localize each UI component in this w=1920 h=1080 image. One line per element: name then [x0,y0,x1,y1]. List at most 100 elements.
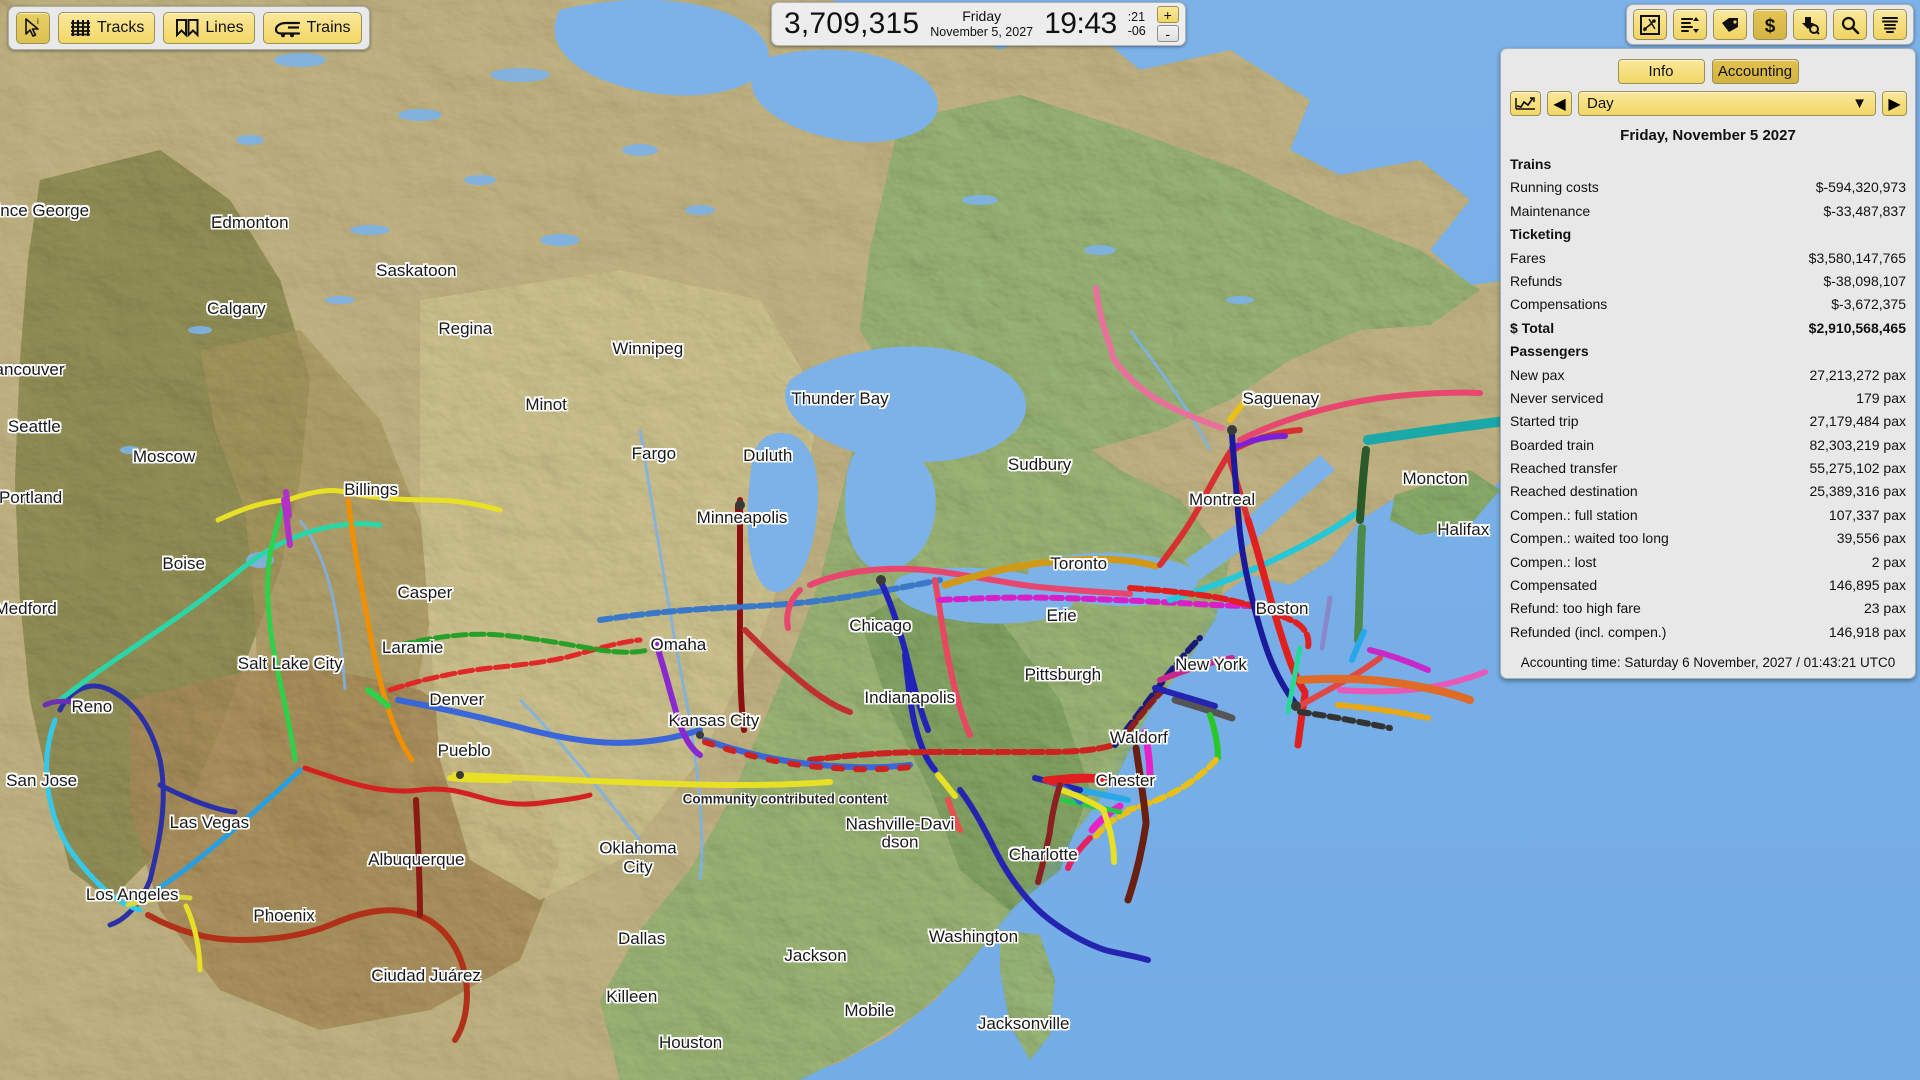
row-label: Refunded (incl. compen.) [1510,623,1667,640]
main-menu-toolbar[interactable]: $ [1626,4,1914,45]
period-value: Day [1587,95,1614,112]
speed-up-button[interactable]: + [1156,6,1179,23]
chart-toggle-button[interactable] [1510,91,1541,116]
seconds-value: :21 [1127,9,1146,24]
row-label: Reached destination [1510,483,1638,500]
section-heading: Ticketing [1510,223,1906,246]
day-of-week: Friday [962,8,1002,25]
row-label: Started trip [1510,413,1579,430]
section-heading: Passengers [1510,340,1906,363]
accounting-row: Compen.: full station 107,337 pax [1510,504,1906,527]
accounting-row: Compensated 146,895 pax [1510,574,1906,597]
period-dropdown[interactable]: Day ▼ [1578,91,1876,116]
tracks-button[interactable]: Tracks [58,12,156,44]
row-label: Refunds [1510,272,1563,289]
row-label: Compen.: waited too long [1510,530,1669,547]
accounting-row: New pax 27,213,272 pax [1510,364,1906,387]
tracks-icon [71,20,90,36]
trains-icon [274,21,300,38]
row-label: Ticketing [1510,226,1572,243]
row-label: Reached transfer [1510,460,1618,477]
speed-controls[interactable]: + - [1156,6,1179,42]
chevron-down-icon: ▼ [1852,95,1867,112]
row-label: Compen.: full station [1510,506,1638,523]
row-label: Fares [1510,249,1546,266]
build-toolbar[interactable]: i Tracks Lines Trains [8,6,370,50]
row-label: Running costs [1510,179,1599,196]
trains-button[interactable]: Trains [262,12,362,44]
svg-text:i: i [37,17,39,26]
sort-list-button[interactable] [1673,9,1707,40]
row-label: New pax [1510,366,1565,383]
search-button[interactable] [1833,9,1867,40]
row-value: 146,895 pax [1828,577,1906,594]
row-label: Boarded train [1510,436,1595,453]
clock-money-panel[interactable]: 3,709,315 Friday November 5, 2027 19:43 … [771,2,1186,46]
tab-accounting[interactable]: Accounting [1711,59,1799,84]
tracks-label: Tracks [97,19,145,36]
section-heading: Trains [1510,153,1906,176]
accounting-row: Compensations $-3,672,375 [1510,293,1906,316]
search-icon [1841,16,1860,34]
finance-dollar-icon: $ [1765,16,1776,35]
price-tag-icon [1722,17,1738,32]
cargo-drop-button[interactable] [1793,9,1827,40]
sort-list-icon [1681,16,1699,33]
date-block: Friday November 5, 2027 [930,8,1034,39]
row-value: 2 pax [1871,553,1906,570]
accounting-row: Started trip 27,179,484 pax [1510,410,1906,433]
panel-tabs[interactable]: Info Accounting [1501,59,1915,84]
trains-label: Trains [306,19,351,36]
menu-button[interactable] [1873,9,1907,40]
network-map-icon [1640,14,1660,35]
accounting-row: Reached destination 25,389,316 pax [1510,480,1906,503]
row-value: 39,556 pax [1836,530,1906,547]
row-value: 23 pax [1863,600,1906,617]
accounting-rows: Trains Running costs $-594,320,973 Maintena… [1501,153,1915,644]
seconds-utc-block: :21 -06 [1128,10,1146,39]
network-map-button[interactable] [1633,9,1667,40]
prev-period-button[interactable]: ◀ [1547,91,1572,116]
accounting-row: Refunds $-38,098,107 [1510,270,1906,293]
period-navigation[interactable]: ◀ Day ▼ ▶ [1501,91,1915,116]
row-value: 27,179,484 pax [1809,413,1906,430]
row-value: $-3,672,375 [1831,296,1906,313]
price-tag-button[interactable] [1713,9,1747,40]
row-label: Compensations [1510,296,1608,313]
next-period-button[interactable]: ▶ [1882,91,1907,116]
row-value: $-38,098,107 [1823,272,1906,289]
svg-text:$: $ [1765,16,1776,35]
accounting-row: Maintenance $-33,487,837 [1510,200,1906,223]
lines-button[interactable]: Lines [163,12,255,44]
speed-down-button[interactable]: - [1156,25,1179,42]
accounting-panel[interactable]: Info Accounting ◀ Day ▼ ▶ Friday, Novemb… [1500,48,1916,680]
accounting-row: Reached transfer 55,275,102 pax [1510,457,1906,480]
accounting-footer: Accounting time: Saturday 6 November, 20… [1520,655,1896,671]
row-value: 82,303,219 pax [1809,436,1906,453]
row-value: $2,910,568,465 [1808,319,1906,336]
cursor-info-icon: i [25,17,39,37]
accounting-row: Refund: too high fare 23 pax [1510,597,1906,620]
row-label: Trains [1510,156,1552,172]
game-time: 19:43 [1044,7,1117,40]
accounting-row: $ Total $2,910,568,465 [1510,317,1906,340]
tab-info[interactable]: Info [1617,59,1705,84]
row-value: 179 pax [1856,389,1906,406]
menu-list-icon [1882,16,1898,33]
row-value: 146,918 pax [1828,623,1906,640]
row-value: 107,337 pax [1828,506,1906,523]
row-value: 55,275,102 pax [1809,460,1906,477]
accounting-row: Compen.: waited too long 39,556 pax [1510,527,1906,550]
finance-button[interactable]: $ [1753,9,1787,40]
accounting-row: Compen.: lost 2 pax [1510,551,1906,574]
row-label: Compensated [1510,577,1598,594]
line-chart-icon [1515,97,1535,110]
row-value: 25,389,316 pax [1809,483,1906,500]
accounting-row: Boarded train 82,303,219 pax [1510,434,1906,457]
accounting-row: Never serviced 179 pax [1510,387,1906,410]
select-tool-button[interactable]: i [16,12,50,44]
row-label: Passengers [1510,343,1589,360]
date-text: November 5, 2027 [930,24,1034,39]
row-label: Refund: too high fare [1510,600,1641,617]
cargo-drop-icon [1802,16,1820,35]
